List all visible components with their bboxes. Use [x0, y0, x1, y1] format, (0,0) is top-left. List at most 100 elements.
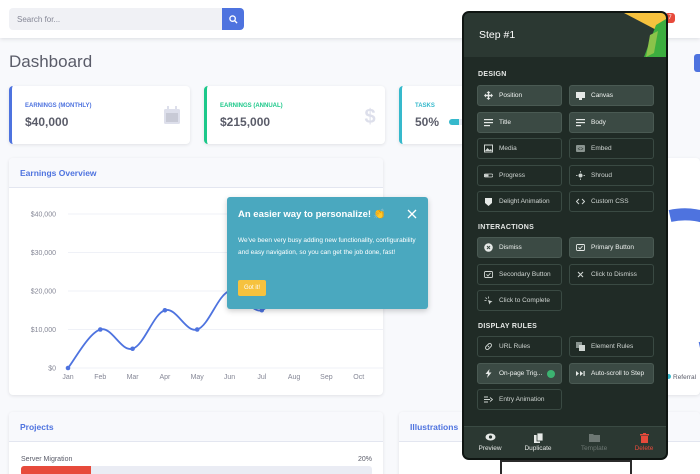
option-element-rules[interactable]: Element Rules: [569, 336, 654, 357]
data-point[interactable]: [65, 365, 71, 371]
move-icon: [484, 91, 493, 100]
stat-label: Tasks: [415, 103, 435, 109]
panel-title: Step #1: [479, 29, 516, 41]
title-icon: [484, 118, 493, 127]
option-on-page-trig[interactable]: On-page Trig...: [477, 362, 562, 384]
duplicate-button[interactable]: Duplicate: [518, 433, 558, 452]
option-click-to-complete[interactable]: Click to Complete: [477, 290, 562, 311]
option-delight-animation[interactable]: Delight Animation: [477, 191, 562, 212]
personalize-popup: An easier way to personalize! 👏 We've be…: [227, 197, 428, 309]
earnings-monthly-card: Earnings (Monthly) $40,000: [9, 86, 190, 144]
option-label: Primary Button: [591, 244, 634, 251]
option-custom-css[interactable]: Custom CSS: [569, 191, 654, 212]
earnings-annual-card: Earnings (Annual) $215,000 $: [204, 86, 385, 144]
generate-report-button[interactable]: [694, 54, 700, 72]
option-url-rules[interactable]: URL Rules: [477, 336, 562, 357]
shroud-icon: [576, 170, 585, 180]
option-title[interactable]: Title: [477, 111, 562, 133]
search-button[interactable]: [222, 8, 244, 30]
data-point[interactable]: [98, 327, 103, 332]
preview-button[interactable]: Preview: [470, 433, 510, 452]
option-label: URL Rules: [499, 343, 531, 350]
y-tick-label: $10,000: [31, 327, 56, 334]
dollar-icon: $: [364, 106, 375, 126]
progress-icon: [484, 171, 493, 180]
eye-icon: [485, 433, 495, 441]
animation-icon: [484, 395, 493, 404]
delete-label: Delete: [634, 445, 654, 452]
display-rules-heading: DISPLAY RULES: [478, 323, 538, 330]
link-icon: [484, 342, 493, 351]
stat-label: Earnings (Monthly): [25, 103, 92, 109]
scroll-icon: [576, 369, 585, 378]
option-label: Title: [499, 118, 512, 126]
folder-icon: [588, 434, 600, 442]
option-media[interactable]: Media: [477, 138, 562, 159]
option-label: Click to Dismiss: [591, 270, 637, 278]
image-icon: [484, 144, 493, 153]
option-label: Media: [499, 145, 517, 152]
option-progress[interactable]: Progress: [477, 164, 562, 186]
duplicate-label: Duplicate: [524, 445, 552, 452]
x-tick-label: Sep: [320, 374, 333, 381]
option-dismiss[interactable]: Dismiss: [477, 237, 562, 258]
data-point[interactable]: [162, 307, 168, 313]
data-point[interactable]: [194, 327, 200, 332]
legend-referral: Referral: [666, 374, 696, 381]
x-tick-label: May: [191, 374, 205, 381]
template-button[interactable]: Template: [574, 433, 614, 452]
got-it-button[interactable]: Got it!: [238, 280, 266, 296]
option-click-to-dismiss[interactable]: Click to Dismiss: [569, 263, 654, 285]
option-embed[interactable]: <> Embed: [569, 138, 654, 159]
body-text-icon: [576, 118, 585, 127]
option-label: Body: [591, 118, 606, 126]
stat-value: 50%: [415, 115, 440, 129]
option-label: Custom CSS: [591, 198, 629, 205]
close-icon[interactable]: [406, 208, 418, 220]
x-tick-label: Jun: [224, 374, 235, 381]
option-label: On-page Trig...: [499, 369, 543, 377]
option-position[interactable]: Position: [477, 85, 562, 106]
option-secondary-button[interactable]: Secondary Button: [477, 263, 562, 285]
x-tick-label: Feb: [94, 374, 106, 381]
y-tick-label: $0: [48, 366, 56, 373]
dismiss-icon: [484, 243, 493, 252]
option-label: Progress: [499, 171, 526, 179]
option-canvas[interactable]: Canvas: [569, 85, 654, 106]
trash-icon: [639, 433, 649, 443]
x-tick-label: Aug: [288, 374, 301, 381]
interactions-heading: INTERACTIONS: [478, 224, 535, 231]
card-header: Earnings Overview: [9, 158, 383, 188]
data-point[interactable]: [130, 346, 135, 352]
code-icon: [576, 197, 585, 206]
option-label: Element Rules: [591, 343, 634, 350]
svg-text:$: $: [364, 106, 375, 126]
x-tick-label: Apr: [159, 374, 171, 381]
x-tick-label: Jan: [62, 374, 73, 381]
option-auto-scroll-to-step[interactable]: Auto-scroll to Step: [569, 362, 654, 384]
y-tick-label: $20,000: [31, 289, 56, 296]
legend-label: Referral: [673, 374, 697, 381]
option-primary-button[interactable]: Primary Button: [569, 237, 654, 258]
stat-label: Earnings (Annual): [220, 103, 283, 109]
check-icon: [547, 369, 555, 378]
option-label: Shroud: [591, 171, 612, 179]
panel-footer: Preview Duplicate Template Delete: [464, 426, 666, 458]
option-entry-animation[interactable]: Entry Animation: [477, 389, 562, 410]
project-percent: 20%: [357, 456, 372, 463]
svg-text:<>: <>: [578, 147, 584, 153]
stat-value: $215,000: [220, 115, 271, 129]
search-input[interactable]: [9, 8, 222, 30]
option-label: Position: [499, 92, 523, 99]
panel-header: Step #1: [464, 13, 666, 57]
option-shroud[interactable]: Shroud: [569, 164, 654, 186]
delete-button[interactable]: Delete: [624, 433, 664, 452]
option-body[interactable]: Body: [569, 111, 654, 133]
stat-value: $40,000: [25, 115, 69, 129]
primary-button-icon: [576, 243, 585, 252]
copy-icon: [533, 433, 543, 443]
secondary-button-icon: [484, 270, 493, 279]
y-tick-label: $30,000: [31, 250, 56, 257]
card-title: Projects: [20, 422, 54, 432]
projects-card: Projects Server Migration 20%: [9, 412, 383, 474]
